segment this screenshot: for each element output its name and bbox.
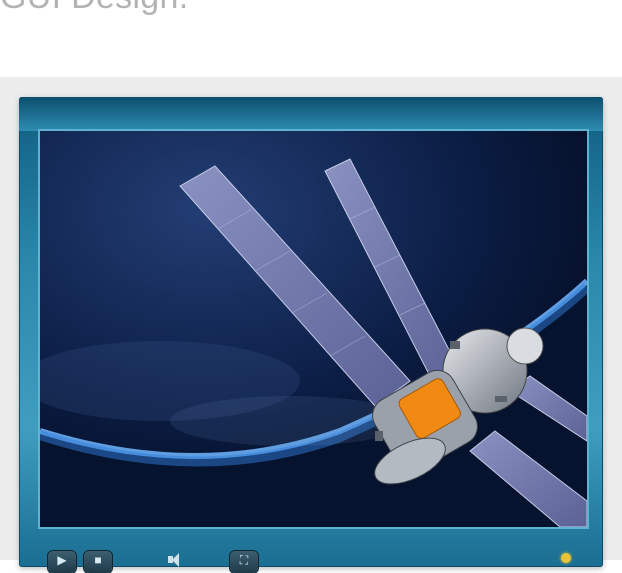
media-player: ▶ ■ ⛶ xyxy=(19,97,603,573)
play-icon: ▶ xyxy=(57,553,67,567)
player-top-bevel xyxy=(19,97,603,131)
stop-button[interactable]: ■ xyxy=(84,551,112,573)
content-stage: ▶ ■ ⛶ xyxy=(0,77,622,573)
video-screen[interactable] xyxy=(40,131,587,527)
play-button[interactable]: ▶ xyxy=(48,551,76,573)
player-control-bar: ▶ ■ ⛶ xyxy=(40,543,587,573)
fullscreen-icon: ⛶ xyxy=(239,553,249,567)
fullscreen-button[interactable]: ⛶ xyxy=(230,551,258,573)
satellite-image xyxy=(40,131,587,527)
status-dot-icon xyxy=(561,553,571,563)
volume-icon[interactable] xyxy=(168,553,182,567)
stop-icon: ■ xyxy=(94,553,102,567)
page-heading: GUI Design. xyxy=(0,0,188,17)
